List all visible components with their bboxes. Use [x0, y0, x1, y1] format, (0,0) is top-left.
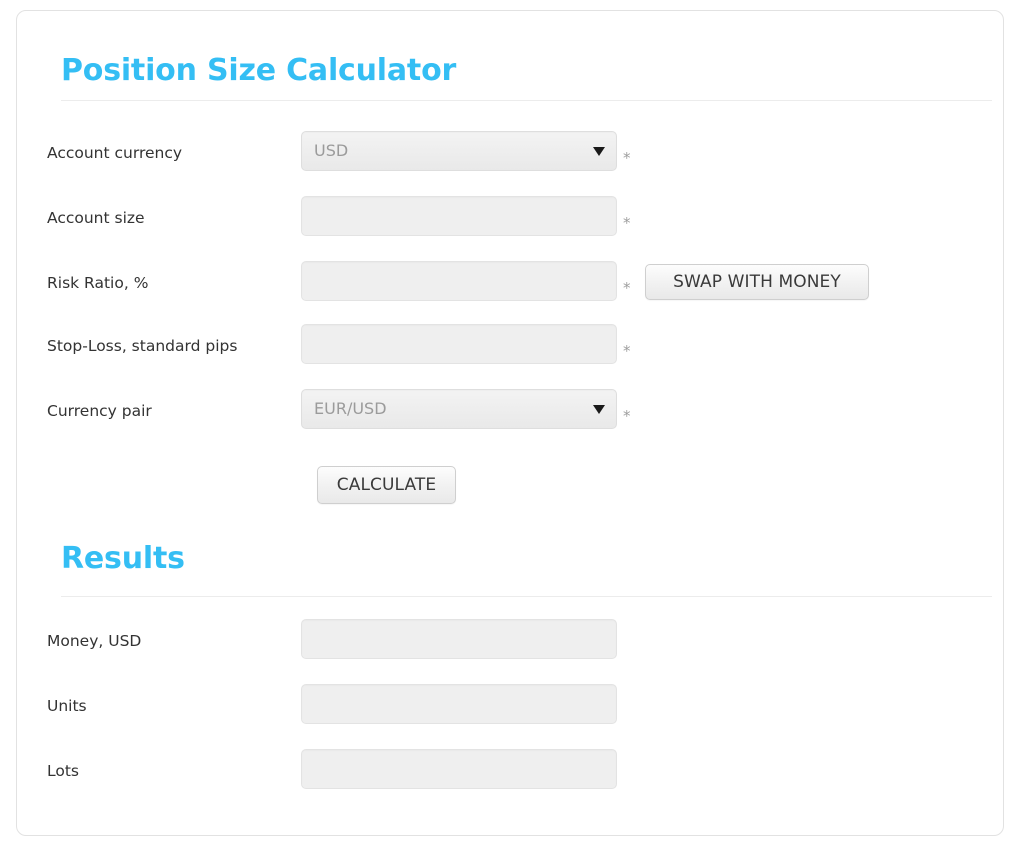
- swap-with-money-button[interactable]: SWAP WITH MONEY: [645, 264, 869, 300]
- account-currency-value: USD: [314, 141, 349, 160]
- units-output: [301, 684, 617, 724]
- result-row-lots: Lots: [17, 749, 1005, 793]
- account-size-input[interactable]: [301, 196, 617, 236]
- chevron-down-icon: [593, 405, 605, 414]
- form-row-risk-ratio: Risk Ratio, % * SWAP WITH MONEY: [17, 261, 1005, 305]
- title-divider: [61, 100, 992, 101]
- form-row-currency-pair: Currency pair EUR/USD *: [17, 389, 1005, 433]
- label-stop-loss: Stop-Loss, standard pips: [47, 337, 238, 355]
- results-divider: [61, 596, 992, 597]
- results-title: Results: [61, 541, 185, 576]
- result-row-units: Units: [17, 684, 1005, 728]
- form-row-account-currency: Account currency USD *: [17, 131, 1005, 175]
- currency-pair-select[interactable]: EUR/USD: [301, 389, 617, 429]
- page-title: Position Size Calculator: [61, 53, 457, 88]
- result-row-money: Money, USD: [17, 619, 1005, 663]
- money-usd-output: [301, 619, 617, 659]
- lots-output: [301, 749, 617, 789]
- required-marker-account-currency: *: [623, 149, 631, 167]
- calculator-panel: Position Size Calculator Account currenc…: [16, 10, 1004, 836]
- required-marker-risk-ratio: *: [623, 279, 631, 297]
- required-marker-currency-pair: *: [623, 407, 631, 425]
- label-risk-ratio: Risk Ratio, %: [47, 274, 149, 292]
- calculate-button[interactable]: CALCULATE: [317, 466, 456, 504]
- required-marker-stop-loss: *: [623, 342, 631, 360]
- required-marker-account-size: *: [623, 214, 631, 232]
- label-currency-pair: Currency pair: [47, 402, 152, 420]
- label-money-usd: Money, USD: [47, 632, 142, 650]
- stop-loss-input[interactable]: [301, 324, 617, 364]
- currency-pair-value: EUR/USD: [314, 399, 387, 418]
- form-row-account-size: Account size *: [17, 196, 1005, 240]
- form-row-stop-loss: Stop-Loss, standard pips *: [17, 324, 1005, 368]
- risk-ratio-input[interactable]: [301, 261, 617, 301]
- label-units: Units: [47, 697, 87, 715]
- chevron-down-icon: [593, 147, 605, 156]
- label-account-size: Account size: [47, 209, 145, 227]
- label-account-currency: Account currency: [47, 144, 183, 162]
- account-currency-select[interactable]: USD: [301, 131, 617, 171]
- label-lots: Lots: [47, 762, 79, 780]
